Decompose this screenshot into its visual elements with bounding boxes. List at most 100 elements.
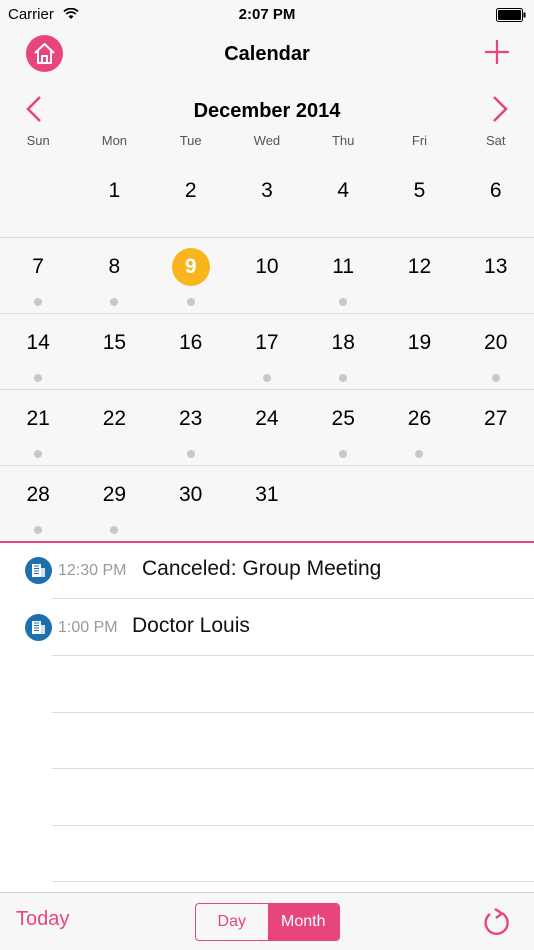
day-number: 24 xyxy=(255,407,279,430)
day-cell[interactable]: 10 xyxy=(229,237,305,313)
empty-cell xyxy=(381,465,457,541)
day-cell[interactable]: 18 xyxy=(305,313,381,389)
status-time: 2:07 PM xyxy=(238,6,296,23)
event-dot xyxy=(110,526,119,534)
day-number: 23 xyxy=(178,407,203,430)
day-number: 17 xyxy=(255,331,279,354)
event-row[interactable]: 1:00 PM Doctor Louis xyxy=(0,600,534,656)
day-cell[interactable]: 11 xyxy=(305,237,381,313)
plus-icon xyxy=(485,40,509,64)
day-cell[interactable]: 2 xyxy=(153,161,229,237)
today-button[interactable]: Today xyxy=(16,908,69,931)
weekday-label: Sat xyxy=(485,133,506,148)
next-month-button[interactable] xyxy=(490,94,510,124)
month-title: December 2014 xyxy=(193,100,341,122)
day-cell[interactable]: 15 xyxy=(76,313,152,389)
row-separator xyxy=(52,655,534,656)
empty-cell xyxy=(0,161,76,237)
day-cell[interactable]: 26 xyxy=(381,389,457,465)
event-dot xyxy=(415,450,424,458)
day-number: 15 xyxy=(102,331,127,354)
event-time: 1:00 PM xyxy=(58,619,118,636)
day-number: 16 xyxy=(178,331,203,354)
event-dot xyxy=(491,374,500,382)
event-dot xyxy=(339,374,348,382)
empty-cell xyxy=(305,465,381,541)
day-cell[interactable]: 29 xyxy=(76,465,152,541)
day-cell[interactable]: 9 xyxy=(153,237,229,313)
week-row: 1 2 3 4 5 6 xyxy=(0,161,534,237)
day-number: 10 xyxy=(255,255,279,278)
day-cell[interactable]: 6 xyxy=(458,161,534,237)
day-cell[interactable]: 7 xyxy=(0,237,76,313)
event-dot xyxy=(34,526,43,534)
day-cell[interactable]: 27 xyxy=(458,389,534,465)
calendar-grid: 1 2 3 4 5 6 7 8 9 10 11 12 13 14 15 16 17 18 19 20 21 22 23 24 2… xyxy=(0,161,534,541)
refresh-button[interactable] xyxy=(482,907,512,937)
day-cell[interactable]: 24 xyxy=(229,389,305,465)
day-number: 8 xyxy=(108,255,121,278)
week-row: 14 15 16 17 18 19 20 xyxy=(0,313,534,389)
weekday-label: Sun xyxy=(26,133,50,148)
building-icon xyxy=(25,614,52,641)
bottom-toolbar: Today Day Month xyxy=(0,892,534,950)
segment-month[interactable]: Month xyxy=(267,904,339,940)
refresh-icon xyxy=(484,907,509,935)
day-number: 9 xyxy=(184,255,197,278)
segment-day[interactable]: Day xyxy=(196,904,268,940)
status-bar: Carrier 2:07 PM xyxy=(0,0,534,30)
day-cell[interactable]: 5 xyxy=(381,161,457,237)
day-number: 25 xyxy=(331,407,355,430)
month-header: December 2014 xyxy=(0,90,534,130)
row-separator xyxy=(52,768,534,769)
row-separator xyxy=(52,712,534,713)
event-dot xyxy=(186,450,195,458)
day-cell[interactable]: 16 xyxy=(153,313,229,389)
day-cell[interactable]: 4 xyxy=(305,161,381,237)
day-cell[interactable]: 19 xyxy=(381,313,457,389)
day-cell[interactable]: 12 xyxy=(381,237,457,313)
event-title: Canceled: Group Meeting xyxy=(142,557,382,580)
event-row[interactable]: 12:30 PM Canceled: Group Meeting xyxy=(0,543,534,599)
weekday-label: Tue xyxy=(179,133,202,148)
day-cell[interactable]: 14 xyxy=(0,313,76,389)
day-cell[interactable]: 17 xyxy=(229,313,305,389)
day-number: 11 xyxy=(332,255,355,278)
event-dot xyxy=(34,374,43,382)
day-number: 27 xyxy=(484,407,508,430)
day-number: 31 xyxy=(255,483,279,506)
day-cell[interactable]: 8 xyxy=(76,237,152,313)
add-event-button[interactable] xyxy=(484,39,510,65)
weekday-label: Wed xyxy=(253,133,281,148)
day-number: 4 xyxy=(337,179,350,202)
day-cell[interactable]: 25 xyxy=(305,389,381,465)
event-title: Doctor Louis xyxy=(132,614,250,637)
day-cell[interactable]: 3 xyxy=(229,161,305,237)
event-dot xyxy=(339,298,348,306)
day-cell[interactable]: 28 xyxy=(0,465,76,541)
day-number: 13 xyxy=(484,255,508,278)
day-cell[interactable]: 20 xyxy=(458,313,534,389)
empty-cell xyxy=(458,465,534,541)
weekday-label: Mon xyxy=(101,133,128,148)
event-dot xyxy=(34,298,43,306)
event-dot xyxy=(34,450,43,458)
day-cell[interactable]: 31 xyxy=(229,465,305,541)
day-cell[interactable]: 13 xyxy=(458,237,534,313)
day-cell[interactable]: 22 xyxy=(76,389,152,465)
day-cell[interactable]: 1 xyxy=(76,161,152,237)
day-number: 14 xyxy=(26,331,50,354)
day-number: 29 xyxy=(102,483,127,506)
event-dot xyxy=(186,298,195,306)
day-cell[interactable]: 23 xyxy=(153,389,229,465)
building-icon xyxy=(25,557,52,584)
day-number: 3 xyxy=(261,179,273,202)
week-row: 21 22 23 24 25 26 27 xyxy=(0,389,534,465)
day-number: 12 xyxy=(407,255,432,278)
day-number: 6 xyxy=(489,179,502,202)
event-list: 12:30 PM Canceled: Group Meeting 1:00 PM… xyxy=(0,543,534,892)
nav-bar: Calendar xyxy=(0,30,534,80)
weekday-header: Sun Mon Tue Wed Thu Fri Sat xyxy=(0,133,534,153)
day-cell[interactable]: 21 xyxy=(0,389,76,465)
day-cell[interactable]: 30 xyxy=(153,465,229,541)
